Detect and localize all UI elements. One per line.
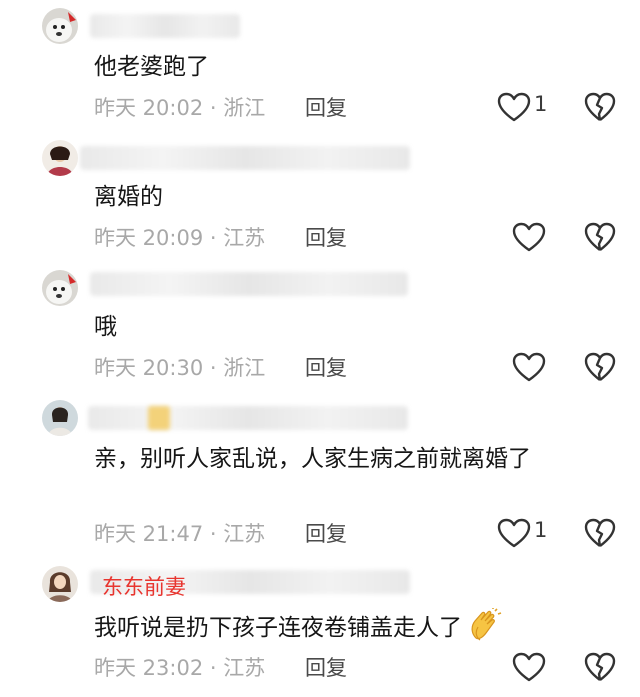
badge-redacted — [148, 406, 170, 430]
clapping-hands-emoji — [471, 608, 502, 641]
broken-heart-icon[interactable] — [584, 652, 616, 682]
username-redacted[interactable] — [90, 272, 408, 296]
reply-button[interactable]: 回复 — [305, 518, 347, 548]
reply-button[interactable]: 回复 — [305, 652, 347, 682]
comment-meta: 昨天 20:02 · 浙江 — [94, 96, 266, 120]
reply-button[interactable]: 回复 — [305, 222, 347, 252]
avatar[interactable] — [42, 270, 78, 306]
avatar[interactable] — [42, 8, 78, 44]
heart-outline-icon[interactable] — [512, 352, 546, 382]
comment-text: 他老婆跑了 — [94, 54, 209, 80]
avatar[interactable] — [42, 400, 78, 436]
heart-outline-icon[interactable] — [512, 222, 546, 252]
username-redacted[interactable] — [80, 146, 410, 170]
heart-outline-icon[interactable] — [497, 92, 531, 122]
comment-meta: 昨天 23:02 · 江苏 — [94, 656, 266, 680]
username[interactable]: 东东前妻 — [102, 571, 186, 601]
comment-text-content: 我听说是扔下孩子连夜卷铺盖走人了 — [94, 615, 462, 641]
reply-button[interactable]: 回复 — [305, 92, 347, 122]
reply-button[interactable]: 回复 — [305, 352, 347, 382]
avatar[interactable] — [42, 566, 78, 602]
comment-text: 哦 — [94, 314, 117, 340]
comment-text: 亲，别听人家乱说，人家生病之前就离婚了 — [94, 446, 531, 472]
avatar[interactable] — [42, 140, 78, 176]
comment-meta: 昨天 20:09 · 江苏 — [94, 226, 266, 250]
comment-meta: 昨天 21:47 · 江苏 — [94, 522, 266, 546]
username-redacted[interactable] — [90, 14, 240, 38]
username-redacted[interactable] — [88, 406, 408, 430]
broken-heart-icon[interactable] — [584, 92, 616, 122]
comment-text: 离婚的 — [94, 184, 163, 210]
like-count: 1 — [534, 518, 548, 542]
heart-outline-icon[interactable] — [497, 518, 531, 548]
broken-heart-icon[interactable] — [584, 518, 616, 548]
broken-heart-icon[interactable] — [584, 352, 616, 382]
comment-meta: 昨天 20:30 · 浙江 — [94, 356, 266, 380]
comment-text: 我听说是扔下孩子连夜卷铺盖走人了 — [94, 608, 600, 647]
like-count: 1 — [534, 92, 548, 116]
broken-heart-icon[interactable] — [584, 222, 616, 252]
heart-outline-icon[interactable] — [512, 652, 546, 682]
